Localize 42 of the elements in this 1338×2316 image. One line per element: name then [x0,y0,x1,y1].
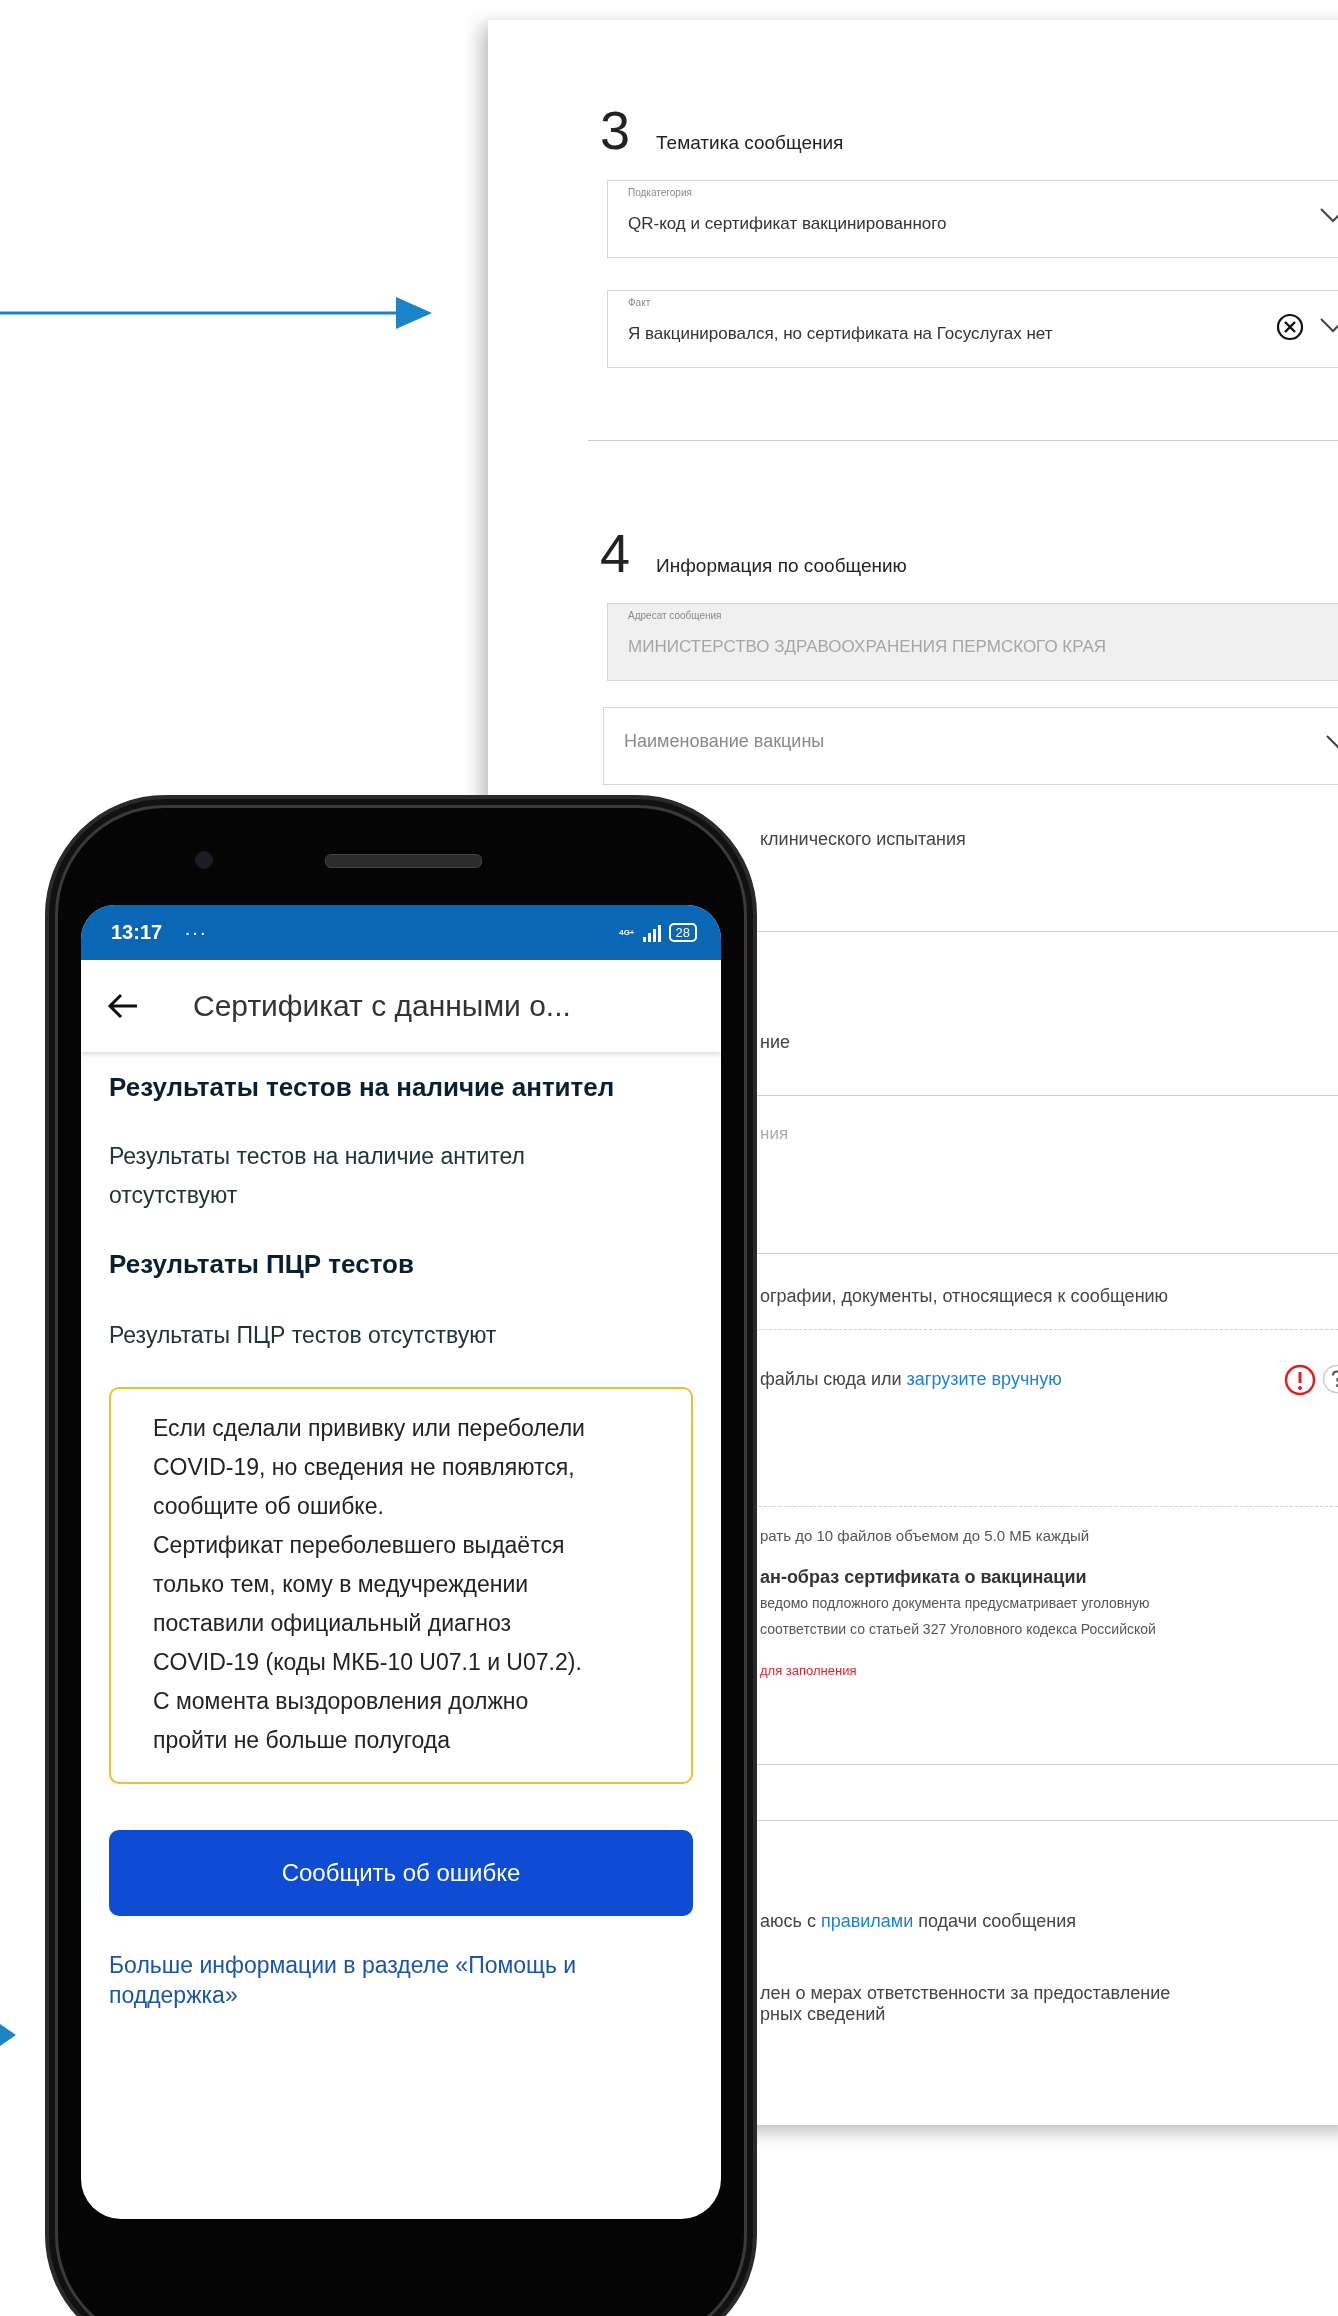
section-text: Результаты ПЦР тестов отсутствуют [109,1321,498,1350]
required-hint: для заполнения [760,1662,857,1679]
scan-title: ан-образ сертификата о вакцинации [760,1567,1087,1589]
field-label: Адресат сообщения [628,610,722,621]
field-label: Подкатегория [628,187,692,198]
field-value: QR-код и сертификат вакцинированного [628,214,947,234]
field-placeholder: Наименование вакцины [624,731,825,752]
scan-warning: ведомо подложного документа предусматривает уголовную соответствии со статьей 327 Уголовного кодекса Российской [760,1593,1156,1639]
clear-icon[interactable] [1276,313,1304,341]
status-notifications: ··· [184,921,208,944]
field-value: МИНИСТЕРСТВО ЗДРАВООХРАНЕНИЯ ПЕРМСКОГО КРАЯ [628,637,1107,657]
section-number: 4 [600,523,631,583]
section-heading: Результаты тестов на наличие антител [109,1072,616,1103]
rules-consent-text: аюсь с правилами подачи сообщения [760,1911,1077,1933]
field-text: клинического испытания [760,829,966,851]
camera-icon [195,851,213,869]
responsibility-consent-text: лен о мерах ответственности за предоставление рных сведений [760,1982,1171,2026]
dropzone-text: файлы сюда или загрузите вручную [760,1369,1062,1391]
field-value: Я вакцинировался, но сертификата на Госуслугах нет [628,324,1053,344]
section-number: 3 [600,100,631,160]
report-error-button[interactable]: Сообщить об ошибке [109,1830,693,1916]
help-link[interactable]: Больше информации в разделе «Помощь и поддержка» [109,1950,693,2010]
rules-link[interactable]: правилами [820,1911,914,1932]
upload-link[interactable]: загрузите вручную [906,1369,1062,1390]
signal-icon [640,923,663,942]
notice-card: Если сделали прививку или переболели COVID-19, но сведения не появляются, сообщите об ошибке. Сертификат переболевшего выдаётся только тем, кому в медучреждении поставили официальный диагноз COVID-19 (коды МКБ-10 U07.1 и U07.2). С момента выздоровления должно пройти не больше полугода [109,1387,693,1784]
app-bar-title: Сертификат с данными о... [193,989,571,1023]
section-title: ние [760,1031,790,1054]
attachments-label: ографии, документы, относящиеся к сообщению [760,1285,1169,1308]
field-label: ния [760,1124,789,1145]
files-limit-text: рать до 10 файлов объемом до 5.0 МБ каждый [760,1527,1090,1546]
section-title: Информация по сообщению [656,555,907,577]
arrowhead [0,2024,16,2046]
network-type: 4G+ [619,928,635,937]
section-text: Результаты тестов на наличие антител отсутствуют [109,1142,527,1210]
select-field[interactable]: Факт Я вакцинировался, но сертификата на Госуслугах нет [607,290,1338,368]
status-time: 13:17 [111,921,163,944]
field-label: Факт [628,297,651,308]
battery-indicator: 28 [668,923,697,942]
section-title: Тематика сообщения [656,132,844,154]
section-heading: Результаты ПЦР тестов [109,1249,415,1280]
select-field[interactable]: Подкатегория QR-код и сертификат вакцинированного [607,180,1338,258]
